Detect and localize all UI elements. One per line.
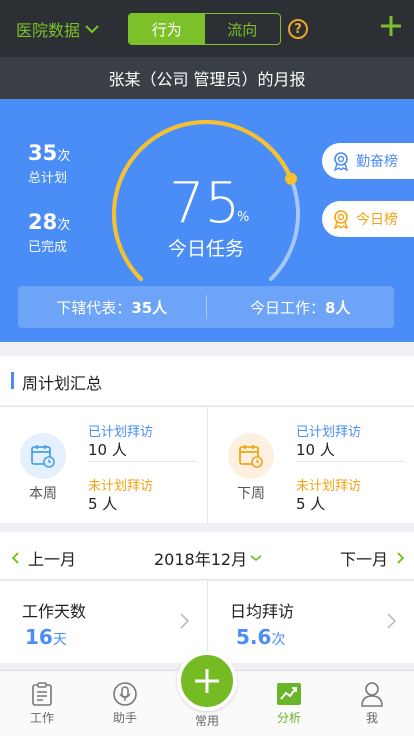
next-month-button[interactable]: 下一月 [340, 546, 404, 570]
microphone-icon [113, 682, 137, 706]
unplanned-visits-value: 5 人 [88, 495, 118, 513]
planned-unit: 次 [57, 149, 71, 164]
medal-icon [333, 210, 349, 229]
help-icon[interactable]: ? [288, 19, 308, 39]
tab-analysis-label: 分析 [276, 711, 301, 725]
today-work-label: 今日工作： [250, 298, 326, 317]
add-icon[interactable] [378, 11, 404, 41]
medal-icon [333, 152, 349, 171]
prev-month-button[interactable]: 上一月 [12, 546, 76, 570]
work-days-title: 工作天数 [22, 602, 87, 621]
weekly-plan-header: 周计划汇总 [0, 356, 414, 405]
planned-visits-label: 已计划拜访 [88, 425, 154, 440]
trend-chart-icon [277, 683, 301, 705]
hospital-data-dropdown[interactable]: 医院数据 [16, 17, 100, 41]
plan-divider [88, 461, 196, 462]
unplanned-visits-value: 5 人 [296, 495, 326, 513]
current-month-label: 2018年12月 [154, 550, 248, 569]
user-icon [361, 682, 383, 707]
diligence-rank-label: 勤奋榜 [356, 154, 398, 170]
done-count: 28 [28, 210, 58, 234]
today-task-label: 今日任务 [168, 238, 245, 260]
tab-common-label: 常用 [194, 714, 219, 728]
done-stat: 28次 已完成 [28, 210, 70, 255]
done-unit: 次 [57, 218, 71, 233]
today-work-summary: 今日工作：8人 [207, 297, 395, 318]
next-week-label: 下周 [237, 486, 265, 502]
avg-visits-title: 日均拜访 [230, 602, 295, 621]
this-week-label: 本周 [29, 486, 57, 502]
plan-divider [296, 461, 404, 462]
unplanned-visits-label: 未计划拜访 [296, 479, 362, 494]
month-selector[interactable]: 2018年12月 [154, 546, 262, 570]
clipboard-icon [32, 682, 52, 706]
task-percent: 75 [169, 171, 241, 236]
work-days-card[interactable]: 工作天数 16天 [0, 581, 207, 663]
tab-work[interactable]: 工作 [7, 679, 77, 726]
chevron-down-icon [85, 25, 99, 34]
tab-me[interactable]: 我 [337, 679, 407, 726]
segment-behavior[interactable]: 行为 [129, 14, 205, 44]
avg-visits-unit: 次 [271, 632, 286, 648]
chevron-left-icon [12, 552, 19, 564]
today-work-value: 8人 [325, 298, 351, 317]
tab-assistant[interactable]: 助手 [90, 679, 160, 726]
subordinates-value: 35人 [131, 298, 168, 317]
subordinates-label: 下辖代表： [56, 298, 132, 317]
avg-visits-card[interactable]: 日均拜访 5.6次 [207, 581, 414, 663]
tab-me-label: 我 [365, 711, 378, 725]
tab-assistant-label: 助手 [112, 711, 137, 725]
tab-analysis[interactable]: 分析 [254, 679, 324, 726]
chevron-down-icon [250, 555, 262, 562]
hospital-data-label: 医院数据 [16, 21, 81, 40]
done-label: 已完成 [28, 240, 68, 255]
diligence-rank-button[interactable]: 勤奋榜 [322, 143, 414, 179]
next-month-label: 下一月 [339, 550, 388, 569]
weekly-plan-body: 本周 已计划拜访 10 人 未计划拜访 5 人 下周 已计划拜访 10 人 未计… [0, 406, 414, 524]
planned-label: 总计划 [28, 171, 68, 186]
unplanned-visits-label: 未计划拜访 [88, 479, 154, 494]
planned-visits-value: 10 人 [88, 441, 127, 459]
section-accent-bar [11, 372, 14, 389]
staff-summary: 下辖代表：35人 今日工作：8人 [18, 286, 394, 328]
work-days-unit: 天 [52, 632, 67, 648]
avg-visits-value: 5.6 [236, 625, 272, 649]
month-navigation: 上一月 2018年12月 下一月 [0, 532, 414, 580]
prev-month-label: 上一月 [28, 550, 77, 569]
subordinates-summary: 下辖代表：35人 [18, 297, 206, 318]
segment-flow[interactable]: 流向 [205, 14, 281, 44]
work-days-value-group: 16天 [25, 625, 67, 649]
today-rank-button[interactable]: 今日榜 [322, 201, 414, 237]
weekly-plan-title: 周计划汇总 [22, 374, 103, 393]
calendar-icon [228, 433, 274, 479]
task-percent-sign: % [237, 210, 250, 225]
avg-visits-value-group: 5.6次 [236, 625, 285, 649]
report-subtitle: 张某（公司 管理员）的月报 [0, 57, 414, 99]
planned-visits-value: 10 人 [296, 441, 335, 459]
this-week-card[interactable]: 本周 已计划拜访 10 人 未计划拜访 5 人 [0, 407, 207, 524]
planned-stat: 35次 总计划 [28, 141, 70, 186]
plus-icon [195, 669, 219, 693]
planned-visits-label: 已计划拜访 [296, 425, 362, 440]
gauge-knob [285, 172, 297, 185]
chevron-right-icon [397, 552, 404, 564]
work-days-value: 16 [25, 625, 53, 649]
tab-work-label: 工作 [29, 711, 54, 725]
next-week-card[interactable]: 下周 已计划拜访 10 人 未计划拜访 5 人 [207, 407, 414, 524]
task-panel: 35次 总计划 28次 已完成 75 % 今日任务 勤奋榜 今日榜 下辖代表：3… [0, 99, 414, 342]
top-bar: 医院数据 行为 流向 ? [0, 0, 414, 57]
chevron-right-icon [387, 613, 396, 629]
common-fab-button[interactable] [177, 651, 237, 711]
chevron-right-icon [180, 613, 189, 629]
view-segment-control: 行为 流向 [128, 13, 281, 45]
today-rank-label: 今日榜 [356, 212, 398, 228]
planned-count: 35 [28, 141, 58, 165]
calendar-icon [20, 433, 66, 479]
